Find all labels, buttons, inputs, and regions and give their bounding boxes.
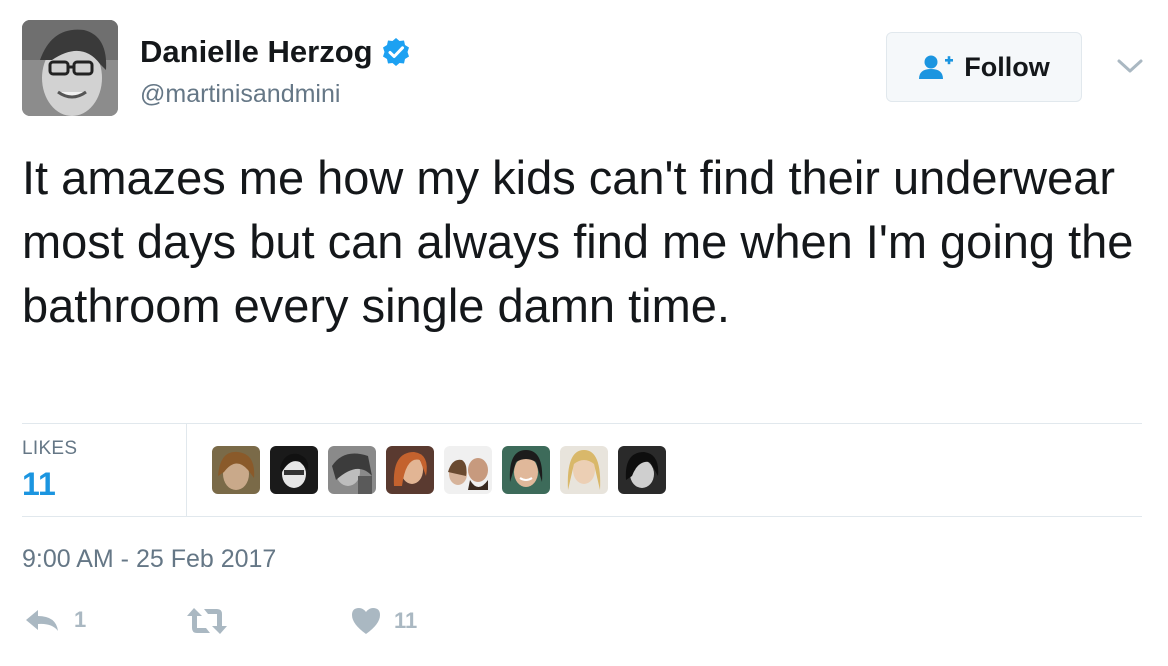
follow-button-label: Follow xyxy=(964,51,1050,82)
tweet-timestamp[interactable]: 9:00 AM - 25 Feb 2017 xyxy=(22,545,276,574)
liker-avatar[interactable] xyxy=(444,446,492,494)
liker-avatar[interactable] xyxy=(328,446,376,494)
likes-count[interactable]: 11 xyxy=(22,466,56,503)
liker-avatar[interactable] xyxy=(212,446,260,494)
divider xyxy=(22,516,1142,517)
like-button[interactable]: 11 xyxy=(350,606,417,636)
reply-button[interactable]: 1 xyxy=(22,606,86,634)
stats-divider xyxy=(186,424,187,516)
liker-avatar[interactable] xyxy=(270,446,318,494)
author-handle[interactable]: @martinisandmini xyxy=(140,80,340,109)
retweet-icon xyxy=(187,608,227,634)
author-name-row: Danielle Herzog xyxy=(140,34,411,70)
reply-count: 1 xyxy=(74,607,87,632)
follow-button[interactable]: Follow xyxy=(886,32,1082,102)
author-name[interactable]: Danielle Herzog xyxy=(140,34,373,70)
liker-avatar[interactable] xyxy=(560,446,608,494)
retweet-button[interactable] xyxy=(186,606,228,636)
liker-avatars xyxy=(212,446,676,494)
divider xyxy=(22,423,1142,424)
verified-badge-icon xyxy=(381,37,411,67)
like-count: 11 xyxy=(394,608,418,633)
likes-label[interactable]: LIKES xyxy=(22,438,77,460)
tweet-text: It amazes me how my kids can't find thei… xyxy=(22,151,1134,332)
tweet-actions: 1 11 xyxy=(22,606,622,650)
reply-icon xyxy=(26,610,58,631)
liker-avatar[interactable] xyxy=(386,446,434,494)
author-avatar[interactable] xyxy=(22,20,118,116)
liker-avatar[interactable] xyxy=(618,446,666,494)
chevron-down-icon[interactable] xyxy=(1116,56,1144,76)
liker-avatar[interactable] xyxy=(502,446,550,494)
heart-icon xyxy=(352,608,380,634)
follow-person-icon xyxy=(919,55,954,79)
